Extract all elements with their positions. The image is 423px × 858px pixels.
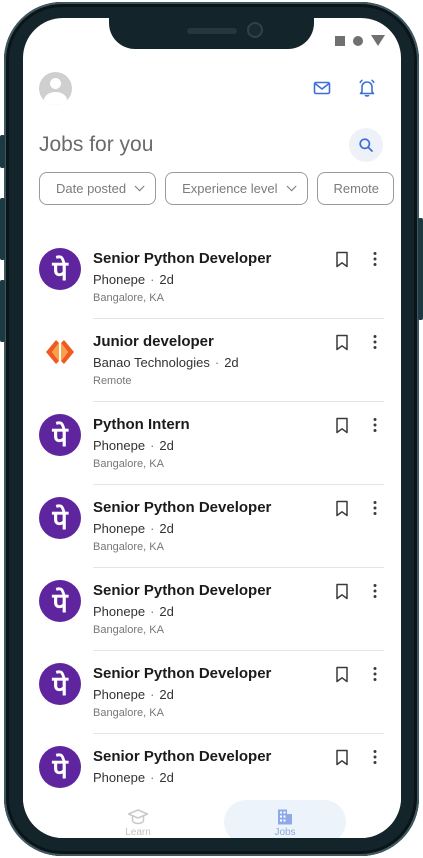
phonepe-logo: पे — [39, 414, 81, 456]
side-button — [0, 280, 5, 342]
bookmark-icon[interactable] — [335, 749, 349, 766]
status-triangle-icon — [371, 35, 385, 46]
job-title: Senior Python Developer — [93, 250, 272, 267]
status-circle-icon — [353, 35, 363, 46]
posted-age: 2d — [159, 770, 174, 785]
mail-icon[interactable] — [312, 78, 332, 98]
bookmark-icon[interactable] — [335, 500, 349, 517]
job-location: Bangalore, KA — [93, 707, 164, 719]
posted-age: 2d — [224, 355, 239, 370]
job-title: Junior developer — [93, 333, 214, 350]
job-location: Bangalore, KA — [93, 292, 164, 304]
more-options-icon[interactable] — [372, 417, 378, 433]
bookmark-icon[interactable] — [335, 417, 349, 434]
side-button — [0, 198, 5, 260]
job-card[interactable]: पे Senior Python Developer Phonepe · 2d Ba… — [23, 236, 401, 319]
job-company-line: Banao Technologies · 2d — [93, 355, 239, 370]
bookmark-icon[interactable] — [335, 334, 349, 351]
job-title: Python Intern — [93, 416, 190, 433]
job-title: Senior Python Developer — [93, 499, 272, 516]
filter-label: Remote — [333, 181, 380, 196]
posted-age: 2d — [159, 687, 174, 702]
company-name: Phonepe — [93, 438, 146, 453]
more-options-icon[interactable] — [372, 666, 378, 682]
more-options-icon[interactable] — [372, 583, 378, 599]
search-icon — [359, 138, 373, 152]
bell-icon[interactable] — [357, 78, 377, 98]
job-card[interactable]: पे Python Intern Phonepe · 2d Bangalore, K… — [23, 402, 401, 485]
job-title: Senior Python Developer — [93, 582, 272, 599]
job-company-line: Phonepe · 2d — [93, 438, 174, 453]
banao-logo — [39, 331, 81, 373]
bookmark-icon[interactable] — [335, 251, 349, 268]
nav-label: Learn — [125, 827, 151, 838]
job-card[interactable]: पे Senior Python Developer Phonepe · 2d Ba… — [23, 568, 401, 651]
phonepe-logo: पे — [39, 746, 81, 788]
bottom-navigation: Learn Jobs — [23, 794, 401, 838]
job-list: पे Senior Python Developer Phonepe · 2d Ba… — [23, 236, 401, 817]
bookmark-icon[interactable] — [335, 666, 349, 683]
more-options-icon[interactable] — [372, 334, 378, 350]
search-button[interactable] — [349, 128, 383, 162]
status-square-icon — [335, 35, 345, 46]
company-name: Banao Technologies — [93, 355, 210, 370]
filter-experience-level[interactable]: Experience level — [165, 172, 308, 205]
job-company-line: Phonepe · 2d — [93, 770, 174, 785]
side-button — [418, 218, 423, 320]
graduation-cap-icon — [127, 809, 149, 825]
nav-label: Jobs — [274, 827, 296, 838]
job-location: Bangalore, KA — [93, 541, 164, 553]
filter-remote[interactable]: Remote — [316, 172, 395, 205]
posted-age: 2d — [159, 521, 174, 536]
job-title: Senior Python Developer — [93, 748, 272, 765]
company-name: Phonepe — [93, 604, 146, 619]
front-camera — [247, 22, 263, 38]
posted-age: 2d — [159, 438, 174, 453]
posted-age: 2d — [159, 604, 174, 619]
status-bar-icons — [335, 35, 385, 46]
filter-label: Experience level — [182, 181, 278, 196]
chevron-down-icon — [134, 181, 145, 192]
side-button — [0, 135, 5, 168]
job-company-line: Phonepe · 2d — [93, 687, 174, 702]
company-name: Phonepe — [93, 687, 146, 702]
posted-age: 2d — [159, 272, 174, 287]
more-options-icon[interactable] — [372, 749, 378, 765]
phonepe-logo: पे — [39, 580, 81, 622]
phonepe-logo: पे — [39, 497, 81, 539]
nav-learn[interactable]: Learn — [77, 800, 199, 838]
company-name: Phonepe — [93, 770, 146, 785]
nav-jobs[interactable]: Jobs — [224, 800, 346, 838]
phonepe-logo: पे — [39, 248, 81, 290]
company-name: Phonepe — [93, 272, 146, 287]
filter-chips: Date posted Experience level Remote — [39, 172, 395, 207]
top-app-bar — [23, 62, 401, 112]
device-notch — [109, 18, 314, 49]
job-location: Remote — [93, 375, 132, 387]
avatar[interactable] — [39, 72, 72, 105]
job-company-line: Phonepe · 2d — [93, 272, 174, 287]
job-location: Bangalore, KA — [93, 624, 164, 636]
chevron-down-icon — [286, 181, 297, 192]
app-screen: Jobs for you Date posted Experience leve… — [23, 18, 401, 838]
building-icon — [278, 809, 292, 825]
more-options-icon[interactable] — [372, 500, 378, 516]
job-card[interactable]: Junior developer Banao Technologies · 2d R… — [23, 319, 401, 402]
more-options-icon[interactable] — [372, 251, 378, 267]
company-name: Phonepe — [93, 521, 146, 536]
filter-label: Date posted — [56, 181, 127, 196]
job-card[interactable]: पे Senior Python Developer Phonepe · 2d Ba… — [23, 485, 401, 568]
speaker-grille — [187, 28, 237, 34]
job-location: Bangalore, KA — [93, 458, 164, 470]
filter-date-posted[interactable]: Date posted — [39, 172, 157, 205]
phonepe-logo: पे — [39, 663, 81, 705]
job-company-line: Phonepe · 2d — [93, 521, 174, 536]
job-card[interactable]: पे Senior Python Developer Phonepe · 2d Ba… — [23, 651, 401, 734]
page-title: Jobs for you — [39, 133, 154, 156]
job-title: Senior Python Developer — [93, 665, 272, 682]
bookmark-icon[interactable] — [335, 583, 349, 600]
job-company-line: Phonepe · 2d — [93, 604, 174, 619]
